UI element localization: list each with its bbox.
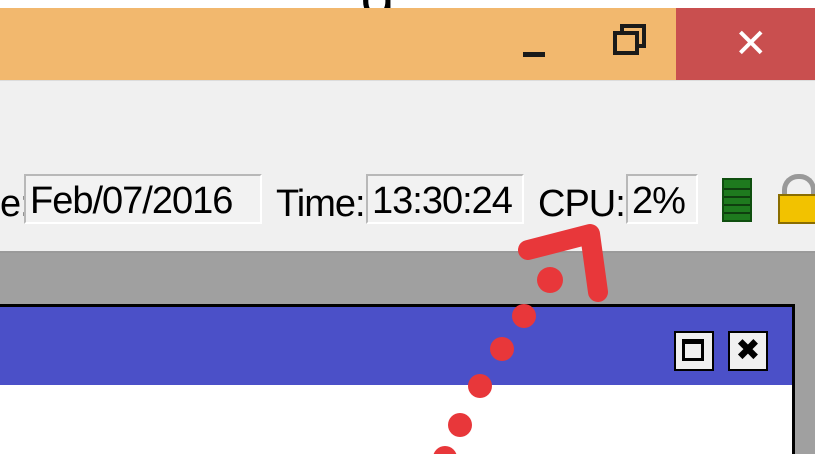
annotation-dot: [448, 413, 472, 437]
annotation-dot: [512, 304, 536, 328]
annotation-overlay: [433, 224, 608, 454]
annotation-arrow: [433, 224, 608, 454]
annotation-dot: [433, 446, 457, 454]
annotation-dot: [468, 374, 492, 398]
annotation-dot: [537, 267, 563, 293]
annotation-dot: [490, 337, 514, 361]
